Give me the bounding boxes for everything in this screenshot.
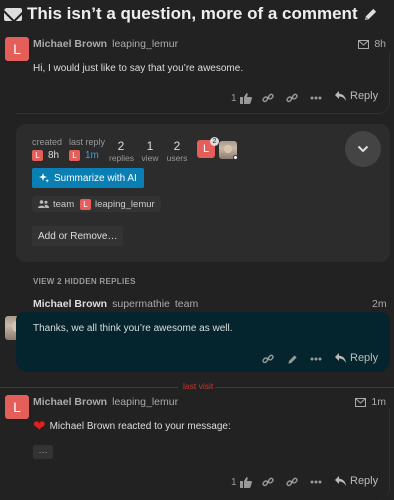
replies-stat: 2 replies xyxy=(109,139,135,163)
chevron-down-icon xyxy=(357,145,369,153)
post-actions: 1 xyxy=(231,89,253,107)
pencil-icon[interactable] xyxy=(285,350,299,368)
copy-link-icon[interactable] xyxy=(261,473,275,491)
reply-icon xyxy=(335,91,346,101)
reply-icon xyxy=(335,476,346,486)
link-icon[interactable] xyxy=(261,350,275,368)
post-text: Thanks, we all think you’re awesome as w… xyxy=(33,323,233,334)
user-pill[interactable]: L leaping_lemur xyxy=(77,196,161,212)
reply-button[interactable]: Reply xyxy=(335,352,378,364)
like-icon[interactable] xyxy=(239,473,253,491)
created-info[interactable]: L 8h xyxy=(32,150,59,161)
envelope-icon xyxy=(358,39,370,49)
like-count[interactable]: 1 xyxy=(231,477,237,488)
ellipsis-icon[interactable] xyxy=(308,350,324,368)
last-reply-info[interactable]: L 1m xyxy=(69,150,99,161)
ellipsis-icon[interactable] xyxy=(308,89,324,107)
post-time[interactable]: 1m xyxy=(371,396,386,408)
group-label: team xyxy=(53,198,75,210)
last-reply-time: 1m xyxy=(85,150,99,161)
reply-label: Reply xyxy=(350,475,379,487)
post-time[interactable]: 8h xyxy=(374,38,386,50)
participant-avatar[interactable]: L 2 xyxy=(197,137,219,160)
ellipsis-icon[interactable] xyxy=(308,473,324,491)
views-stat: 1 view xyxy=(140,139,160,163)
post-meta: Michael Brown supermathie team xyxy=(33,298,198,310)
sparkle-icon xyxy=(39,173,49,183)
post-count-badge: 2 xyxy=(210,137,219,146)
reply-label: Reply xyxy=(350,352,379,364)
post-meta: Michael Brown leaping_lemur xyxy=(33,396,178,408)
author-username[interactable]: leaping_lemur xyxy=(112,396,178,408)
link-icon[interactable] xyxy=(285,89,299,107)
post-body-box xyxy=(16,52,390,114)
summarize-button[interactable]: Summarize with AI xyxy=(32,168,144,188)
created-time: 8h xyxy=(48,150,60,161)
envelope-icon xyxy=(355,397,367,407)
users-stat: 2 users xyxy=(166,139,188,163)
view-hidden-replies[interactable]: VIEW 2 HIDDEN REPLIES xyxy=(33,277,136,286)
post-actions: 1 xyxy=(231,473,253,491)
envelope-icon xyxy=(4,7,22,21)
summarize-label: Summarize with AI xyxy=(54,172,137,184)
highlighted-post-body xyxy=(16,312,390,372)
author-group[interactable]: team xyxy=(175,298,198,310)
topic-title-bar: This isn’t a question, more of a comment xyxy=(4,4,378,24)
users-count: 2 xyxy=(173,139,181,153)
expand-topic-map-button[interactable] xyxy=(345,131,381,167)
avatar: L xyxy=(80,198,91,210)
avatar: L xyxy=(32,150,43,161)
reaction-text: Michael Brown reacted to your message: xyxy=(49,421,231,432)
post-time-group: 8h xyxy=(358,38,386,50)
like-icon[interactable] xyxy=(239,89,253,107)
reaction-line: ❤ Michael Brown reacted to your message: xyxy=(33,419,231,434)
topic-title[interactable]: This isn’t a question, more of a comment xyxy=(27,4,358,24)
views-label: view xyxy=(141,153,159,163)
avatar: L xyxy=(69,150,80,161)
reply-button[interactable]: Reply xyxy=(335,90,378,102)
group-pill[interactable]: team xyxy=(32,196,81,212)
users-icon xyxy=(38,200,49,208)
last-visit-divider: last visit xyxy=(0,381,394,393)
users-label: users xyxy=(166,153,188,163)
message-quote-chip[interactable]: ··· xyxy=(33,445,53,459)
author-name[interactable]: Michael Brown xyxy=(33,38,107,50)
views-count: 1 xyxy=(146,139,154,153)
post-meta: Michael Brown leaping_lemur xyxy=(33,38,178,50)
last-visit-label: last visit xyxy=(183,381,214,391)
replies-count: 2 xyxy=(117,139,125,153)
status-dot xyxy=(233,155,238,160)
author-username[interactable]: supermathie xyxy=(112,298,170,310)
user-label: leaping_lemur xyxy=(95,198,155,210)
author-name[interactable]: Michael Brown xyxy=(33,298,107,310)
author-name[interactable]: Michael Brown xyxy=(33,396,107,408)
divider-line xyxy=(215,387,394,388)
post-time-group: 1m xyxy=(355,396,386,408)
last-reply-label: last reply xyxy=(69,137,106,147)
replies-label: replies xyxy=(109,153,135,163)
created-label: created xyxy=(32,137,63,147)
like-count[interactable]: 1 xyxy=(231,93,237,104)
copy-link-icon[interactable] xyxy=(261,89,275,107)
author-username[interactable]: leaping_lemur xyxy=(112,38,178,50)
add-or-remove-button[interactable]: Add or Remove… xyxy=(32,226,124,246)
post-time[interactable]: 2m xyxy=(372,298,387,310)
link-icon[interactable] xyxy=(285,473,299,491)
divider-line xyxy=(0,387,178,388)
reply-icon xyxy=(335,353,346,363)
heart-icon: ❤ xyxy=(33,418,46,435)
post-text: Hi, I would just like to say that you’re… xyxy=(33,63,244,74)
reply-button[interactable]: Reply xyxy=(335,475,378,487)
reply-label: Reply xyxy=(350,90,379,102)
pencil-icon[interactable] xyxy=(363,7,378,22)
